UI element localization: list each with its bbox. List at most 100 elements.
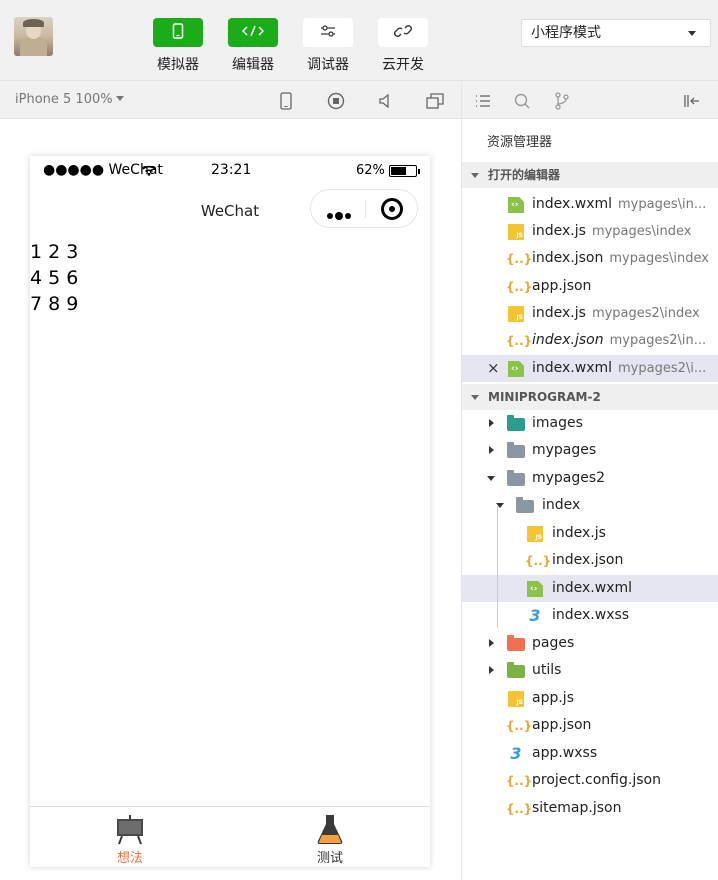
mode-select[interactable]: 小程序模式 [521, 19, 711, 47]
device-rotate-icon[interactable] [276, 91, 296, 111]
js-file-icon [508, 691, 524, 707]
folder-pages-icon [507, 635, 525, 651]
tree-item-label: mypages2 [532, 470, 606, 486]
tree-file[interactable]: {..} app.json [462, 712, 718, 739]
json-file-icon: {..} [506, 802, 533, 816]
open-editor-item[interactable]: {..} index.json mypages2\in... [462, 327, 718, 354]
phone-icon [172, 22, 184, 43]
cloud-dev-button[interactable]: 云开发 [377, 18, 429, 74]
record-icon[interactable] [326, 91, 346, 111]
tree-folder-mypages2[interactable]: mypages2 [462, 465, 718, 492]
user-avatar[interactable] [14, 17, 53, 56]
battery-icon [389, 165, 420, 177]
open-editor-item[interactable]: index.js mypages\index [462, 218, 718, 245]
easel-icon [114, 813, 146, 845]
tree-file[interactable]: app.js [462, 685, 718, 712]
tree-item-label: project.config.json [532, 772, 661, 788]
js-file-icon [508, 224, 524, 240]
cloud-dev-label: 云开发 [382, 57, 424, 73]
tree-file[interactable]: index.js [462, 520, 718, 547]
file-name: index.js [532, 305, 586, 321]
editor-button[interactable]: 编辑器 [227, 18, 279, 74]
folder-open-icon [516, 497, 534, 513]
folder-images-icon [507, 415, 525, 431]
editor-label: 编辑器 [232, 57, 274, 73]
tree-file[interactable]: 3 index.wxss [462, 602, 718, 629]
file-name: index.json [532, 332, 604, 348]
file-name: index.wxml [532, 196, 613, 212]
tree-folder-utils[interactable]: utils [462, 657, 718, 684]
wxml-file-icon [527, 581, 543, 597]
phone-screen[interactable]: ●●●●● WeChat 23:21 62% WeChat 1 2 3 4 5 … [30, 156, 430, 867]
open-editors-header[interactable]: 打开的编辑器 [462, 162, 718, 188]
tree-item-label: app.wxss [532, 745, 598, 761]
close-miniprogram-icon[interactable] [381, 198, 403, 220]
content-line: 7 8 9 [30, 293, 79, 315]
tree-file[interactable]: 3 app.wxss [462, 740, 718, 767]
tree-folder-mypages[interactable]: mypages [462, 437, 718, 464]
tab-test[interactable]: 测试 [300, 813, 360, 866]
file-path: mypages2\index [591, 306, 700, 321]
tree-item-label: pages [532, 635, 575, 651]
detach-window-icon[interactable] [425, 91, 445, 111]
tree-file-selected[interactable]: index.wxml [462, 575, 718, 602]
tree-item-label: index.wxml [552, 580, 633, 596]
battery-percent: 62% [356, 163, 385, 178]
js-file-icon [527, 526, 543, 542]
volume-icon[interactable] [376, 91, 396, 111]
file-name: index.wxml [532, 360, 613, 376]
wxss-file-icon: 3 [529, 606, 541, 625]
tree-item-label: index.js [552, 525, 606, 541]
open-editor-item[interactable]: index.js mypages2\index [462, 300, 718, 327]
chevron-down-icon [471, 395, 479, 400]
chevron-down-icon [688, 31, 696, 36]
mode-select-value: 小程序模式 [531, 25, 601, 41]
collapse-panel-icon[interactable] [682, 91, 702, 111]
open-editor-item[interactable]: {..} app.json [462, 273, 718, 300]
close-icon[interactable]: × [487, 355, 500, 382]
tree-indent-guide [497, 506, 498, 628]
tree-folder-pages[interactable]: pages [462, 630, 718, 657]
flask-icon [314, 813, 346, 845]
tree-file[interactable]: {..} index.json [462, 547, 718, 574]
chevron-down-icon [487, 476, 495, 481]
source-control-icon[interactable] [552, 91, 572, 111]
folder-utils-icon [507, 662, 525, 678]
tree-item-label: images [532, 415, 583, 431]
project-header[interactable]: MINIPROGRAM-2 [462, 384, 718, 410]
explorer-toolbar [462, 81, 718, 119]
tree-item-label: index.json [552, 552, 624, 568]
tree-folder-index[interactable]: index [462, 492, 718, 519]
open-editor-item[interactable]: {..} index.json mypages\index [462, 245, 718, 272]
chevron-right-icon [489, 419, 494, 427]
list-icon[interactable] [473, 91, 493, 111]
simulator-button[interactable]: 模拟器 [152, 18, 204, 74]
debugger-label: 调试器 [307, 57, 349, 73]
json-file-icon: {..} [506, 719, 533, 733]
file-path: mypages2\in... [609, 333, 707, 348]
wxml-file-icon [508, 361, 524, 377]
capsule-menu[interactable] [310, 189, 418, 228]
cloud-link-icon [394, 24, 412, 42]
tree-file[interactable]: {..} sitemap.json [462, 795, 718, 822]
more-icon[interactable] [327, 207, 353, 223]
content-line: 1 2 3 [30, 241, 79, 263]
search-icon[interactable] [512, 91, 532, 111]
folder-open-icon [507, 470, 525, 486]
tree-item-label: index.wxss [552, 607, 630, 623]
file-path: mypages2\i... [618, 361, 707, 376]
tree-file[interactable]: {..} project.config.json [462, 767, 718, 794]
debugger-button[interactable]: 调试器 [302, 18, 354, 74]
simulator-toolbar: iPhone 5 100% [0, 81, 461, 119]
open-editors-title: 打开的编辑器 [488, 168, 561, 182]
open-editor-item[interactable]: index.wxml mypages\in... [462, 191, 718, 218]
tree-item-label: mypages [532, 442, 597, 458]
device-select[interactable]: iPhone 5 100% [15, 92, 124, 107]
tree-folder-images[interactable]: images [462, 410, 718, 437]
chevron-right-icon [489, 666, 494, 674]
main-toolbar: 模拟器 编辑器 调试器 云开发 小程序模式 [0, 0, 718, 81]
json-file-icon: {..} [506, 774, 533, 788]
tree-item-label: utils [532, 662, 562, 678]
tab-ideas[interactable]: 想法 [100, 813, 160, 866]
open-editor-item-active[interactable]: × index.wxml mypages2\i... [462, 355, 718, 382]
